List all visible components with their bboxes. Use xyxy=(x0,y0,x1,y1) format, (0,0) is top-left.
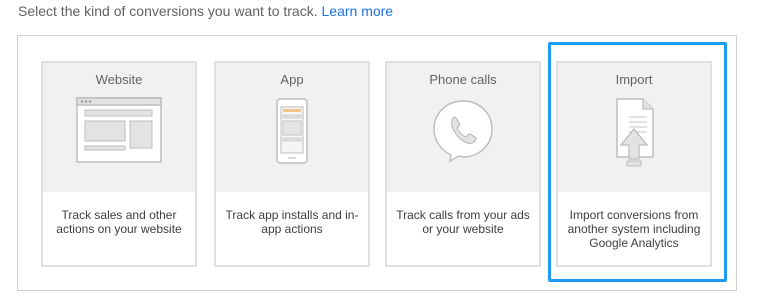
app-card-header: App xyxy=(216,63,368,192)
website-card-title: Website xyxy=(95,72,143,87)
phone-calls-card[interactable]: Phone calls Track calls from your ads or… xyxy=(385,61,541,267)
intro-text: Select the kind of conversions you want … xyxy=(18,3,318,19)
app-card-title: App xyxy=(280,72,304,87)
phone-calls-card-header: Phone calls xyxy=(387,63,539,192)
website-icon xyxy=(43,97,195,187)
learn-more-link[interactable]: Learn more xyxy=(322,3,394,19)
website-card-header: Website xyxy=(43,63,195,192)
mobile-app-icon xyxy=(216,97,368,187)
website-card-description: Track sales and other actions on your we… xyxy=(56,208,182,236)
import-card-description: Import conversions from another system i… xyxy=(567,208,701,250)
import-file-icon xyxy=(558,97,710,187)
website-card[interactable]: Website Track sales and other actions on… xyxy=(41,61,197,267)
app-card[interactable]: App Track app installs and in-app action… xyxy=(214,61,370,267)
app-card-description: Track app installs and in-app actions xyxy=(225,208,359,236)
phone-call-icon xyxy=(387,97,539,187)
import-card-title: Import xyxy=(615,72,653,87)
intro-line: Select the kind of conversions you want … xyxy=(18,3,393,19)
import-card-header: Import xyxy=(558,63,710,192)
phone-calls-card-description: Track calls from your ads or your websit… xyxy=(396,208,530,236)
conversion-type-page: Select the kind of conversions you want … xyxy=(0,0,763,302)
import-card[interactable]: Import Import conversions from another s… xyxy=(556,61,712,267)
phone-calls-card-title: Phone calls xyxy=(429,72,497,87)
